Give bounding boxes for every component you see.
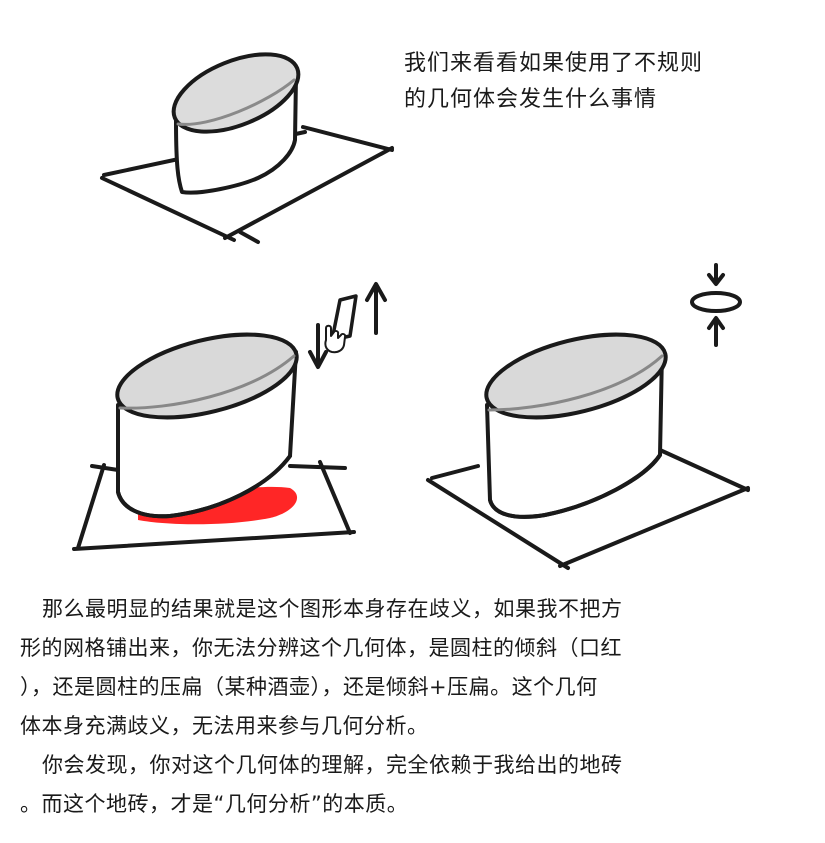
figure-left-cylinder <box>72 282 387 551</box>
ellipse-compress-icon <box>690 263 742 347</box>
paragraph-1-line-1: 那么最明显的结果就是这个图形本身存在歧义，如果我不把方 <box>42 597 623 621</box>
sketch-illustrations <box>72 52 750 570</box>
body-text: 那么最明显的结果就是这个图形本身存在歧义，如果我不把方 形的网格铺出来，你无法分… <box>20 590 810 824</box>
paragraph-1-line-2: 形的网格铺出来，你无法分辨这个几何体，是圆柱的倾斜（口红 <box>20 636 622 660</box>
down-arrow-icon <box>308 323 328 369</box>
cylinder-left <box>115 332 299 519</box>
figure-top-cylinder <box>100 52 394 244</box>
paragraph-2-line-1: 你会发现，你对这个几何体的理解，完全依赖于我给出的地砖 <box>42 753 623 777</box>
cylinder-top <box>171 52 301 195</box>
up-arrow-icon <box>365 282 387 335</box>
paragraph-1-line-4: 体本身充满歧义，无法用来参与几何分析。 <box>20 714 429 738</box>
cylinder-right <box>484 332 668 519</box>
figure-right-cylinder <box>426 263 750 570</box>
paragraph-2-line-2: 。而这个地砖，才是“几何分析”的本质。 <box>20 792 409 816</box>
paragraph-1-line-3: ），还是圆柱的压扁（某种酒壶），还是倾斜+压扁。这个几何 <box>20 675 598 699</box>
